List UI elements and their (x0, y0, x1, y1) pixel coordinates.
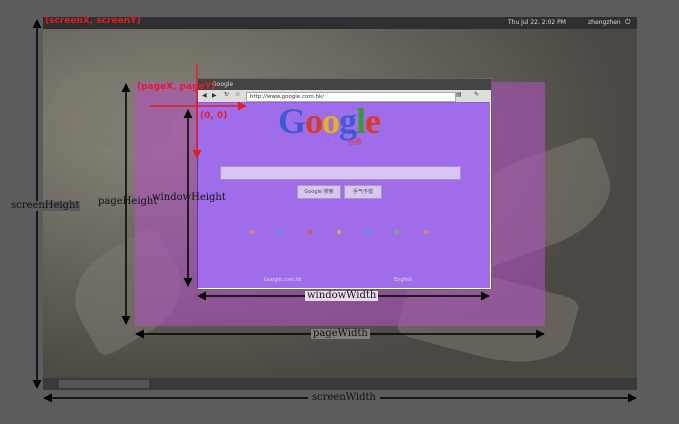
screen-xy-label: (screenX, screenY) (45, 16, 141, 26)
dimension-arrows (32, 19, 637, 403)
page-width-label: pageWidth (311, 328, 370, 339)
window-height-label: windowHeight (152, 192, 226, 203)
page-xy-label: (pageX, pageY) (137, 82, 216, 92)
page-height-label: pageHeight (98, 196, 158, 207)
screen-height-label: screenHeight (11, 200, 80, 211)
screen-width-label: screenWidth (308, 393, 380, 403)
window-width-label: windowWidth (305, 290, 379, 301)
origin-label: (0, 0) (200, 111, 228, 121)
